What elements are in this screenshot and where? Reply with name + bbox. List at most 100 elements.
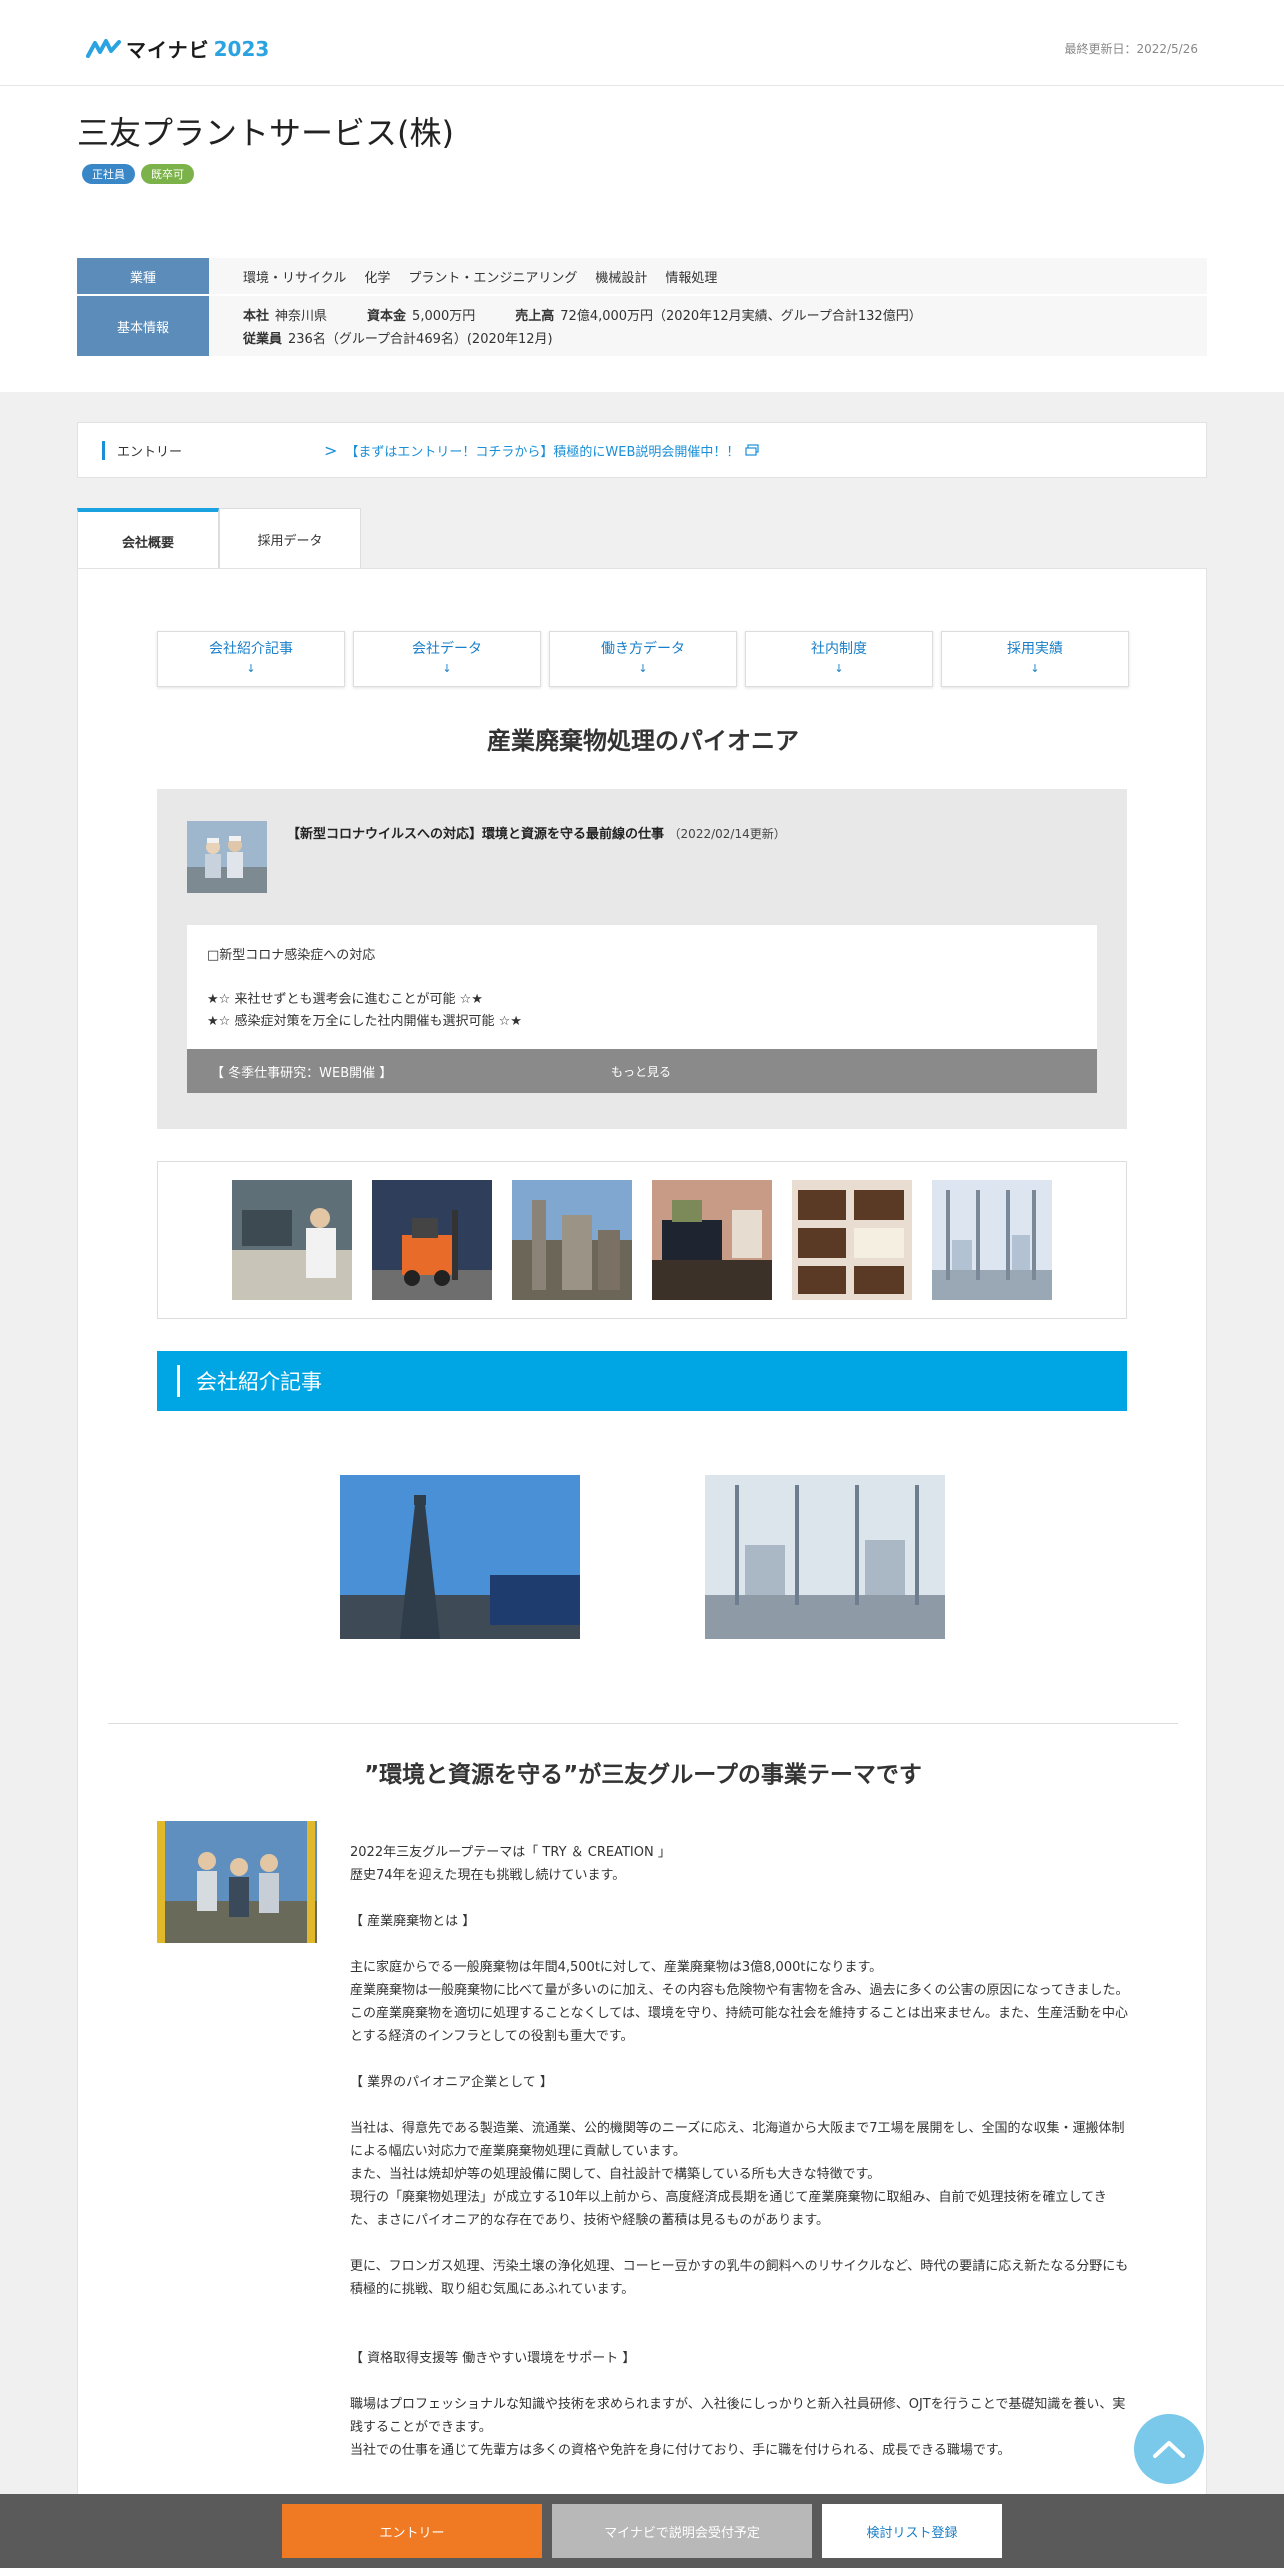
seminar-button[interactable]: マイナビで説明会受付予定 [552,2504,812,2558]
capital-key: 資本金 [367,309,407,324]
theme-heading: ”環境と資源を守る”が三友グループの事業テーマです [364,1762,922,1788]
gallery-photo-office[interactable] [652,1180,772,1300]
news-line: ★☆ 来社せずとも選考会に進むことが可能 ☆★ [207,992,483,1007]
company-name: 三友プラントサービス(株) [77,114,454,152]
nav-hiring-record[interactable]: 採用実績 ↓ [941,631,1129,687]
section-title: 会社紹介記事 [196,1370,322,1394]
body-paragraph [350,2232,1130,2255]
industry-item: 化学 [364,270,391,286]
industry-item: プラント・エンジニアリング [408,270,578,286]
news-title-text: 【新型コロナウイルスへの対応】環境と資源を守る最前線の仕事 [287,827,665,842]
sales-key: 売上高 [515,309,555,324]
body-paragraph [350,1933,1130,1956]
body-paragraph: 当社は、得意先である製造業、流通業、公的機関等のニーズに応え、北海道から大阪まで… [350,2121,1125,2159]
gallery-photo-display[interactable] [792,1180,912,1300]
basic-info-line: 本社 神奈川県 資本金 5,000万円 売上高 72億4,000万円（2020年12月… [243,305,922,324]
body-paragraph: 主に家庭からでる一般廃棄物は年間4,500tに対して、産業廃棄物は3億8,000… [350,1960,883,1975]
site-header: マイナビ 2023 最終更新日：2022/5/26 [0,0,1284,86]
nav-label: 会社紹介記事 [209,641,293,657]
body-paragraph: 【 資格取得支援等 働きやすい環境をサポート 】 [350,2351,636,2366]
news-more-caption: 【 冬季仕事研究：WEB開催 】 [211,1066,393,1081]
mynavi-logo[interactable]: マイナビ 2023 [86,34,269,63]
body-paragraph [350,2048,1130,2071]
divider [108,1723,1178,1724]
article-image-lab[interactable] [705,1475,945,1639]
industry-row: 業種 環境・リサイクル 化学 プラント・エンジニアリング 機械設計 情報処理 [77,258,1207,296]
body-paragraph: 更に、フロンガス処理、汚染土壌の浄化処理、コーヒー豆かすの乳牛の飼料へのリサイク… [350,2259,1129,2297]
chevron-right-icon: > [324,440,338,460]
badge-graduate: 既卒可 [141,164,194,184]
chevron-up-icon [1153,2441,1185,2458]
employees-key: 従業員 [243,332,283,347]
gallery-photo-equipment[interactable] [932,1180,1052,1300]
body-paragraph: 歴史74年を迎えた現在も挑戦し続けています。 [350,1868,626,1883]
arrow-down-icon: ↓ [638,662,648,675]
body-paragraph: 【 産業廃棄物とは 】 [350,1914,476,1929]
entry-link[interactable]: 【まずはエントリー！コチラから】積極的にWEB説明会開催中！！ [345,441,739,460]
external-window-icon [745,444,760,456]
body-paragraph: 職場はプロフェッショナルな知識や技術を求められますが、入社後にしっかりと新入社員… [350,2397,1126,2435]
header-area: マイナビ 2023 最終更新日：2022/5/26 三友プラントサービス(株) … [0,0,1284,392]
nav-label: 働き方データ [601,641,685,657]
nav-systems[interactable]: 社内制度 ↓ [745,631,933,687]
photo-gallery [157,1161,1127,1319]
nav-work-style[interactable]: 働き方データ ↓ [549,631,737,687]
body-paragraph: 【 業界のパイオニア企業として 】 [350,2075,553,2090]
company-tagline: 産業廃棄物処理のパイオニア [487,727,799,755]
article-image-tower[interactable] [340,1475,580,1639]
hq-key: 本社 [243,309,270,324]
nav-label: 採用実績 [1007,641,1063,657]
news-line: □新型コロナ感染症への対応 [207,948,376,963]
news-date: （2022/02/14更新） [668,827,786,841]
body-paragraph: 当社での仕事を通じて先輩方は多くの資格や免許を身に付けており、手に職を付けられる… [350,2443,1011,2458]
tab-company-overview[interactable]: 会社概要 [77,508,219,570]
footer-action-bar: エントリー マイナビで説明会受付予定 検討リスト登録 [0,2494,1284,2568]
entry-label: エントリー [102,440,324,460]
body-paragraph: この産業廃棄物を適切に処理することなくしては、環境を守り、持続可能な社会を維持す… [350,2006,1129,2044]
section-header-articles: 会社紹介記事 [157,1351,1127,1411]
body-paragraph [350,2324,1130,2347]
logo-year: 2023 [213,36,270,61]
nav-company-data[interactable]: 会社データ ↓ [353,631,541,687]
body-paragraph [350,2094,1130,2117]
arrow-down-icon: ↓ [834,662,844,675]
section-accent-line [177,1365,180,1397]
read-more-link[interactable]: もっと見る [611,1063,671,1080]
sales-value: 72億4,000万円（2020年12月実績、グループ合計132億円） [560,309,922,324]
gallery-photo-lab[interactable] [232,1180,352,1300]
basic-info-values: 本社 神奈川県 資本金 5,000万円 売上高 72億4,000万円（2020年12月… [209,296,922,356]
news-title[interactable]: 【新型コロナウイルスへの対応】環境と資源を守る最前線の仕事 （2022/02/1… [287,823,786,842]
employees-line: 従業員 236名（グループ合計469名）(2020年12月) [243,328,553,347]
section-nav: 会社紹介記事 ↓ 会社データ ↓ 働き方データ ↓ 社内制度 ↓ 採用実績 ↓ [157,631,1129,687]
badge-fulltime: 正社員 [82,164,135,184]
news-thumbnail [187,821,267,893]
news-line [207,967,1077,989]
hq-value: 神奈川県 [275,309,328,324]
arrow-down-icon: ↓ [1030,662,1040,675]
body-paragraph [350,2370,1130,2393]
employees-value: 236名（グループ合計469名）(2020年12月) [288,332,553,347]
industry-item: 情報処理 [665,270,718,286]
body-paragraph [350,1887,1130,1910]
tab-recruit-data[interactable]: 採用データ [219,508,361,570]
capital-value: 5,000万円 [412,309,476,324]
arrow-down-icon: ↓ [442,662,452,675]
entry-bar: エントリー > 【まずはエントリー！コチラから】積極的にWEB説明会開催中！！ [77,422,1207,478]
nav-company-articles[interactable]: 会社紹介記事 ↓ [157,631,345,687]
nav-label: 社内制度 [811,641,867,657]
arrow-down-icon: ↓ [246,662,256,675]
last-updated: 最終更新日：2022/5/26 [1064,42,1198,56]
body-paragraph: 産業廃棄物は一般廃棄物に比べて量が多いのに加え、その内容も危険物や有害物を含み、… [350,1983,1129,1998]
body-paragraph: 2022年三友グループテーマは「 TRY ＆ CREATION 」 [350,1845,671,1860]
industry-label: 業種 [77,258,209,294]
news-more-bar[interactable]: 【 冬季仕事研究：WEB開催 】 もっと見る [187,1049,1097,1093]
entry-button[interactable]: エントリー [282,2504,542,2558]
industry-item: 環境・リサイクル [243,270,347,286]
gallery-photo-plant[interactable] [512,1180,632,1300]
scroll-to-top-button[interactable] [1134,2414,1204,2484]
body-paragraph [350,2301,1130,2324]
news-content: □新型コロナ感染症への対応 ★☆ 来社せずとも選考会に進むことが可能 ☆★ ★☆… [187,925,1097,1049]
gallery-photo-forklift[interactable] [372,1180,492,1300]
news-box: 【新型コロナウイルスへの対応】環境と資源を守る最前線の仕事 （2022/02/1… [157,789,1127,1129]
bookmark-button[interactable]: 検討リスト登録 [822,2504,1002,2558]
